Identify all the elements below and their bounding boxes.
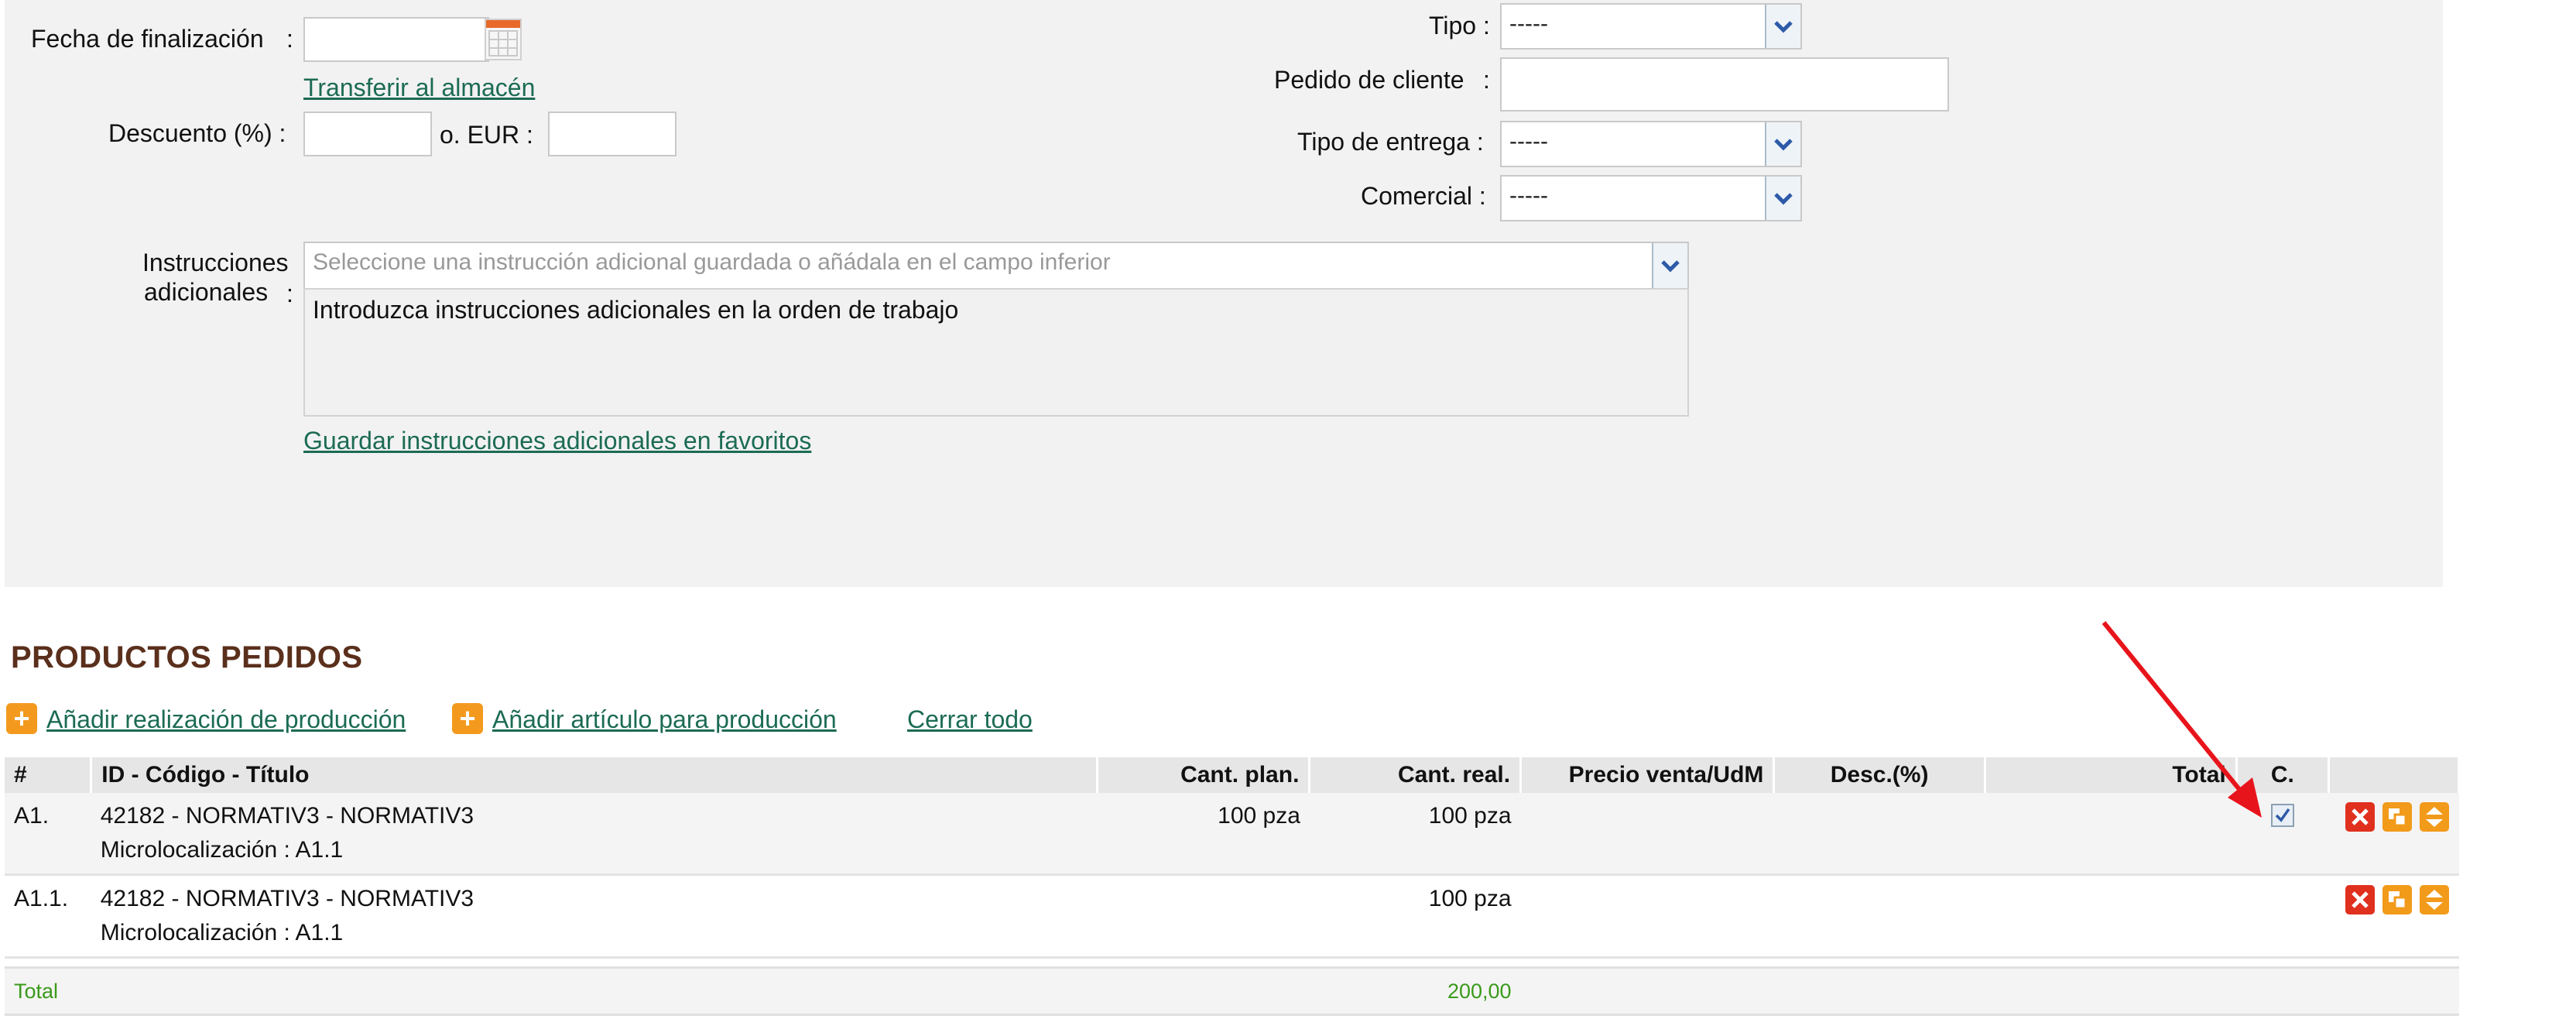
row-planned-qty: 100 pza — [1097, 793, 1310, 876]
or-eur-label: o. EUR : — [440, 121, 533, 149]
sales-rep-select[interactable]: ----- — [1500, 175, 1802, 221]
total-empty — [1773, 966, 1985, 1016]
end-date-label: Fecha de finalización — [31, 25, 264, 53]
close-all-link[interactable]: Cerrar todo — [907, 705, 1033, 734]
column-header[interactable]: Cant. real. — [1309, 757, 1523, 793]
total-empty — [2236, 966, 2329, 1016]
row-actual-qty: 100 pza — [1309, 874, 1521, 959]
discount-label: Descuento (%) : — [108, 119, 286, 147]
row-title: 42182 - NORMATIV3 - NORMATIV3 — [100, 803, 474, 829]
table-spacer — [5, 957, 2459, 968]
row-microlocation: Microlocalización : A1.1 — [100, 920, 344, 945]
ordered-products-table: # ID - Código - Título Cant. plan. Cant.… — [5, 757, 2461, 1016]
row-title: 42182 - NORMATIV3 - NORMATIV3 — [100, 886, 474, 911]
row-number: A1.1. — [5, 874, 91, 959]
ordered-products-title: PRODUCTOS PEDIDOS — [11, 640, 363, 674]
save-instructions-favorites-link[interactable]: Guardar instrucciones adicionales en fav… — [303, 426, 811, 455]
end-date-colon: : — [286, 25, 293, 53]
column-header[interactable]: Total — [1985, 757, 2238, 793]
table-header-row: # ID - Código - Título Cant. plan. Cant.… — [5, 757, 2461, 793]
total-planned — [1097, 966, 1310, 1016]
order-form-panel: Fecha de finalización : Transferir al al… — [5, 0, 2443, 587]
total-empty — [91, 966, 1098, 1016]
delivery-type-select-value: ----- — [1509, 129, 1548, 154]
chevron-down-icon[interactable] — [1765, 177, 1800, 220]
column-header[interactable]: Cant. plan. — [1097, 757, 1311, 793]
type-select[interactable]: ----- — [1500, 3, 1802, 50]
add-article-link[interactable]: Añadir artículo para producción — [492, 705, 837, 734]
row-actions — [2328, 874, 2459, 959]
delivery-type-select[interactable]: ----- — [1500, 121, 1802, 167]
sales-rep-select-value: ----- — [1509, 183, 1548, 208]
delete-icon[interactable] — [2345, 802, 2376, 832]
column-header[interactable]: Desc.(%) — [1773, 757, 1986, 793]
add-production-link[interactable]: Añadir realización de producción — [46, 705, 406, 734]
instructions-select[interactable]: Seleccione una instrucción adicional gua… — [303, 242, 1689, 290]
instructions-textarea[interactable]: Introduzca instrucciones adicionales en … — [303, 288, 1689, 417]
column-header[interactable]: # — [5, 757, 93, 793]
total-empty — [2328, 966, 2459, 1016]
instructions-label-line1: Instrucciones — [142, 249, 289, 276]
customer-order-input[interactable] — [1500, 57, 1949, 112]
delete-icon[interactable] — [2345, 885, 2376, 914]
row-microlocation: Microlocalización : A1.1 — [100, 837, 344, 863]
total-actual-qty: 200,00 — [1309, 966, 1521, 1016]
type-label: Tipo : — [1429, 12, 1490, 39]
instructions-select-placeholder: Seleccione una instrucción adicional gua… — [313, 249, 1111, 275]
discount-percent-input[interactable] — [303, 112, 432, 156]
instructions-label-line2: adicionales — [144, 278, 269, 306]
chevron-down-icon[interactable] — [1765, 122, 1800, 166]
row-checkbox[interactable] — [2270, 804, 2294, 827]
calendar-icon[interactable] — [485, 19, 522, 60]
row-title-cell: 42182 - NORMATIV3 - NORMATIV3 Microlocal… — [91, 874, 1098, 959]
row-planned-qty — [1097, 874, 1310, 959]
chevron-down-icon[interactable] — [1765, 5, 1800, 48]
row-discount — [1773, 874, 1985, 959]
column-header[interactable]: C. — [2236, 757, 2330, 793]
table-row[interactable]: A1. 42182 - NORMATIV3 - NORMATIV3 Microl… — [5, 793, 2459, 876]
discount-eur-input[interactable] — [548, 112, 677, 156]
duplicate-icon[interactable] — [2382, 885, 2413, 914]
total-empty — [1985, 966, 2237, 1016]
plus-icon[interactable]: + — [6, 703, 37, 734]
row-actual-qty: 100 pza — [1309, 793, 1521, 876]
row-total — [1985, 874, 2237, 959]
row-discount — [1773, 793, 1985, 876]
sales-rep-label: Comercial : — [1361, 182, 1486, 210]
end-date-input[interactable] — [303, 17, 489, 62]
type-select-value: ----- — [1509, 11, 1548, 36]
row-title-cell: 42182 - NORMATIV3 - NORMATIV3 Microlocal… — [91, 793, 1098, 876]
move-icon[interactable] — [2420, 802, 2450, 832]
instructions-colon: : — [286, 280, 293, 307]
transfer-to-warehouse-link[interactable]: Transferir al almacén — [303, 73, 535, 102]
row-number: A1. — [5, 793, 91, 876]
plus-icon[interactable]: + — [452, 703, 483, 734]
row-actions — [2328, 793, 2459, 876]
total-label: Total — [5, 966, 91, 1016]
row-checkbox-cell — [2236, 874, 2329, 959]
row-checkbox-cell — [2236, 793, 2329, 876]
row-price — [1520, 874, 1774, 959]
chevron-down-icon[interactable] — [1652, 243, 1687, 288]
table-row[interactable]: A1.1. 42182 - NORMATIV3 - NORMATIV3 Micr… — [5, 874, 2459, 959]
delivery-type-label: Tipo de entrega : — [1297, 128, 1484, 156]
customer-order-label: Pedido de cliente — [1274, 66, 1464, 94]
customer-order-colon: : — [1483, 66, 1490, 94]
table-total-row: Total 200,00 — [5, 966, 2459, 1016]
row-total — [1985, 793, 2237, 876]
total-empty — [1520, 966, 1774, 1016]
move-icon[interactable] — [2420, 885, 2450, 914]
column-header[interactable]: ID - Código - Título — [91, 757, 1098, 793]
column-header[interactable]: Precio venta/UdM — [1520, 757, 1776, 793]
column-header-actions — [2328, 757, 2461, 793]
duplicate-icon[interactable] — [2382, 802, 2413, 832]
row-price — [1520, 793, 1774, 876]
